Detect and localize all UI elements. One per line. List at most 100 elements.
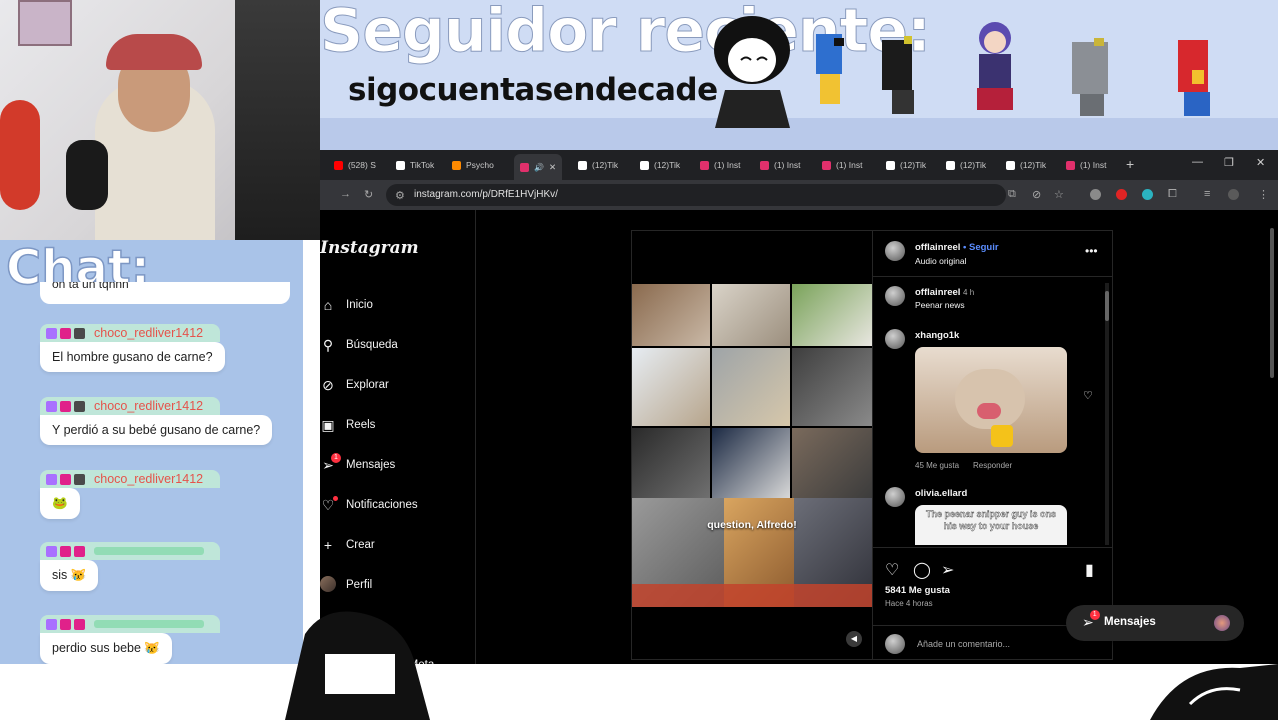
chat-badge-icon	[60, 400, 71, 412]
like-comment-icon[interactable]: ♡	[1083, 389, 1093, 402]
tab-title: (12)Tik	[1020, 160, 1047, 170]
nav-label: Explorar	[346, 379, 389, 391]
share-icon[interactable]: ➢	[941, 560, 954, 580]
nav-item-búsqueda[interactable]: ⚲ Búsqueda	[320, 334, 398, 356]
messages-badge: 1	[331, 452, 341, 463]
chat-message: choco_redliver1412 Y perdió a su bebé gus…	[40, 397, 273, 445]
comment-likes: 45 Me gusta	[915, 461, 960, 470]
browser-tab[interactable]: (12)Tik	[1006, 156, 1046, 174]
video-caption: question, Alfredo!	[707, 519, 797, 531]
plus-icon: +	[323, 537, 333, 553]
tab-title: (1) Inst	[1080, 160, 1107, 170]
site-info-icon[interactable]: ⚙	[395, 189, 405, 202]
extension-red-icon[interactable]	[1116, 189, 1127, 200]
instagram-logo[interactable]: Instagram	[320, 238, 419, 258]
reload-icon[interactable]: ↻	[364, 188, 373, 201]
like-count[interactable]: 5841 Me gusta	[885, 585, 950, 596]
browser-tab[interactable]: TikTok	[396, 156, 434, 174]
more-options-icon[interactable]: •••	[1085, 244, 1098, 258]
media-control-icon[interactable]: ≡	[1204, 188, 1210, 200]
browser-tab[interactable]: 🔊 ✕	[514, 154, 563, 180]
eye-off-icon[interactable]: ⊘	[1032, 188, 1041, 201]
browser-tab[interactable]: (12)Tik	[640, 156, 680, 174]
reply-link[interactable]: Responder	[973, 461, 1012, 470]
comments-scrollbar[interactable]	[1105, 283, 1109, 545]
follow-button[interactable]: • Seguir	[963, 242, 999, 253]
forward-icon[interactable]: →	[340, 188, 351, 200]
browser-tab[interactable]: (1) Inst	[822, 156, 862, 174]
browser-tab[interactable]: (1) Inst	[1066, 156, 1106, 174]
post-author[interactable]: offlainreel	[915, 242, 960, 253]
comment-icon[interactable]: ◯	[913, 560, 931, 580]
chat-user-header: choco_redliver1412	[40, 397, 220, 415]
mute-icon[interactable]: ◀	[846, 631, 862, 647]
chat-username: choco_redliver1412	[94, 326, 204, 340]
browser-tab[interactable]: (1) Inst	[760, 156, 800, 174]
nav-item-perfil[interactable]: Perfil	[320, 574, 372, 596]
commenter-name[interactable]: olivia.ellard	[915, 488, 967, 499]
instagram-icon	[1066, 160, 1075, 170]
profile-avatar-icon[interactable]	[1228, 189, 1239, 200]
new-tab-button[interactable]: +	[1126, 156, 1134, 172]
nav-label: Notificaciones	[346, 499, 418, 511]
chat-username: choco_redliver1412	[94, 399, 204, 413]
like-icon[interactable]: ♡	[885, 560, 899, 580]
maximize-icon[interactable]: ❐	[1224, 156, 1234, 169]
chat-message: choco_redliver1412 🐸	[40, 470, 220, 519]
tab-title: (12)Tik	[900, 160, 927, 170]
chat-user-header: choco_redliver1412	[40, 470, 220, 488]
commenter-avatar[interactable]	[885, 329, 905, 349]
browser-tab[interactable]: (12)Tik	[946, 156, 986, 174]
tab-title: Psycho	[466, 160, 494, 170]
audio-label[interactable]: Audio original	[915, 256, 967, 266]
save-icon[interactable]: ▮	[1085, 560, 1094, 580]
nav-label: Mensajes	[346, 459, 396, 471]
comment-input[interactable]: Añade un comentario...	[917, 639, 1010, 649]
nav-item-inicio[interactable]: ⌂ Inicio	[320, 294, 373, 316]
dog-photo	[792, 428, 872, 498]
browser-tab[interactable]: Psycho	[452, 156, 494, 174]
close-tab-icon[interactable]: ✕	[549, 162, 556, 173]
caption-author[interactable]: offlainreel	[915, 287, 960, 298]
emoji-icon[interactable]	[885, 634, 905, 654]
app-icon	[452, 160, 461, 170]
close-window-icon[interactable]: ✕	[1256, 156, 1265, 169]
tab-title: (1) Inst	[714, 160, 741, 170]
browser-tab[interactable]: (12)Tik	[886, 156, 926, 174]
anime-girl-image	[977, 22, 1013, 110]
person-beanie	[106, 34, 202, 70]
nav-item-notificaciones[interactable]: ♡ Notificaciones	[320, 494, 418, 516]
bookmark-star-icon[interactable]: ☆	[1054, 188, 1064, 201]
heart-icon: ♡	[320, 495, 338, 514]
author-avatar[interactable]	[885, 241, 905, 261]
extension-icon[interactable]	[1090, 189, 1101, 200]
reel-video[interactable]: question, Alfredo! ◀	[631, 230, 873, 660]
nav-item-explorar[interactable]: ⊘ Explorar	[320, 374, 389, 396]
dog-photo	[792, 284, 872, 346]
browser-tab[interactable]: (528) S	[334, 156, 376, 174]
recent-follower-banner: Seguidor reciente: sigocuentasendecade	[320, 0, 1278, 150]
chat-message: sis 😿	[40, 542, 220, 591]
caption-author-avatar[interactable]	[885, 286, 905, 306]
messages-pill[interactable]: ➢ 1 Mensajes	[1066, 605, 1244, 641]
address-bar[interactable]: ⚙ instagram.com/p/DRfE1HVjHKv/	[386, 184, 1006, 206]
minimize-icon[interactable]: —	[1192, 156, 1203, 168]
extensions-puzzle-icon[interactable]: ⧠	[1168, 188, 1177, 201]
page-scrollbar[interactable]	[1268, 218, 1276, 665]
extension-teal-icon[interactable]	[1142, 189, 1153, 200]
chair-image	[0, 100, 40, 210]
install-app-icon[interactable]: ⧉	[1008, 188, 1016, 201]
nav-item-mensajes[interactable]: ➢ 1 Mensajes	[320, 452, 396, 476]
browser-tab[interactable]: (12)Tik	[578, 156, 618, 174]
audio-playing-icon[interactable]: 🔊	[534, 163, 544, 172]
nav-item-reels[interactable]: ▣ Reels	[320, 414, 375, 436]
commenter-avatar[interactable]	[885, 487, 905, 507]
nav-item-crear[interactable]: + Crear	[320, 534, 375, 556]
instagram-icon	[822, 160, 831, 170]
browser-tab[interactable]: (1) Inst	[700, 156, 740, 174]
cat-photo	[632, 348, 710, 426]
commenter-name[interactable]: xhango1k	[915, 330, 959, 341]
messages-pill-badge: 1	[1089, 610, 1100, 620]
parrot-red-image	[1178, 40, 1210, 116]
more-menu-icon[interactable]: ⋮	[1258, 188, 1269, 201]
